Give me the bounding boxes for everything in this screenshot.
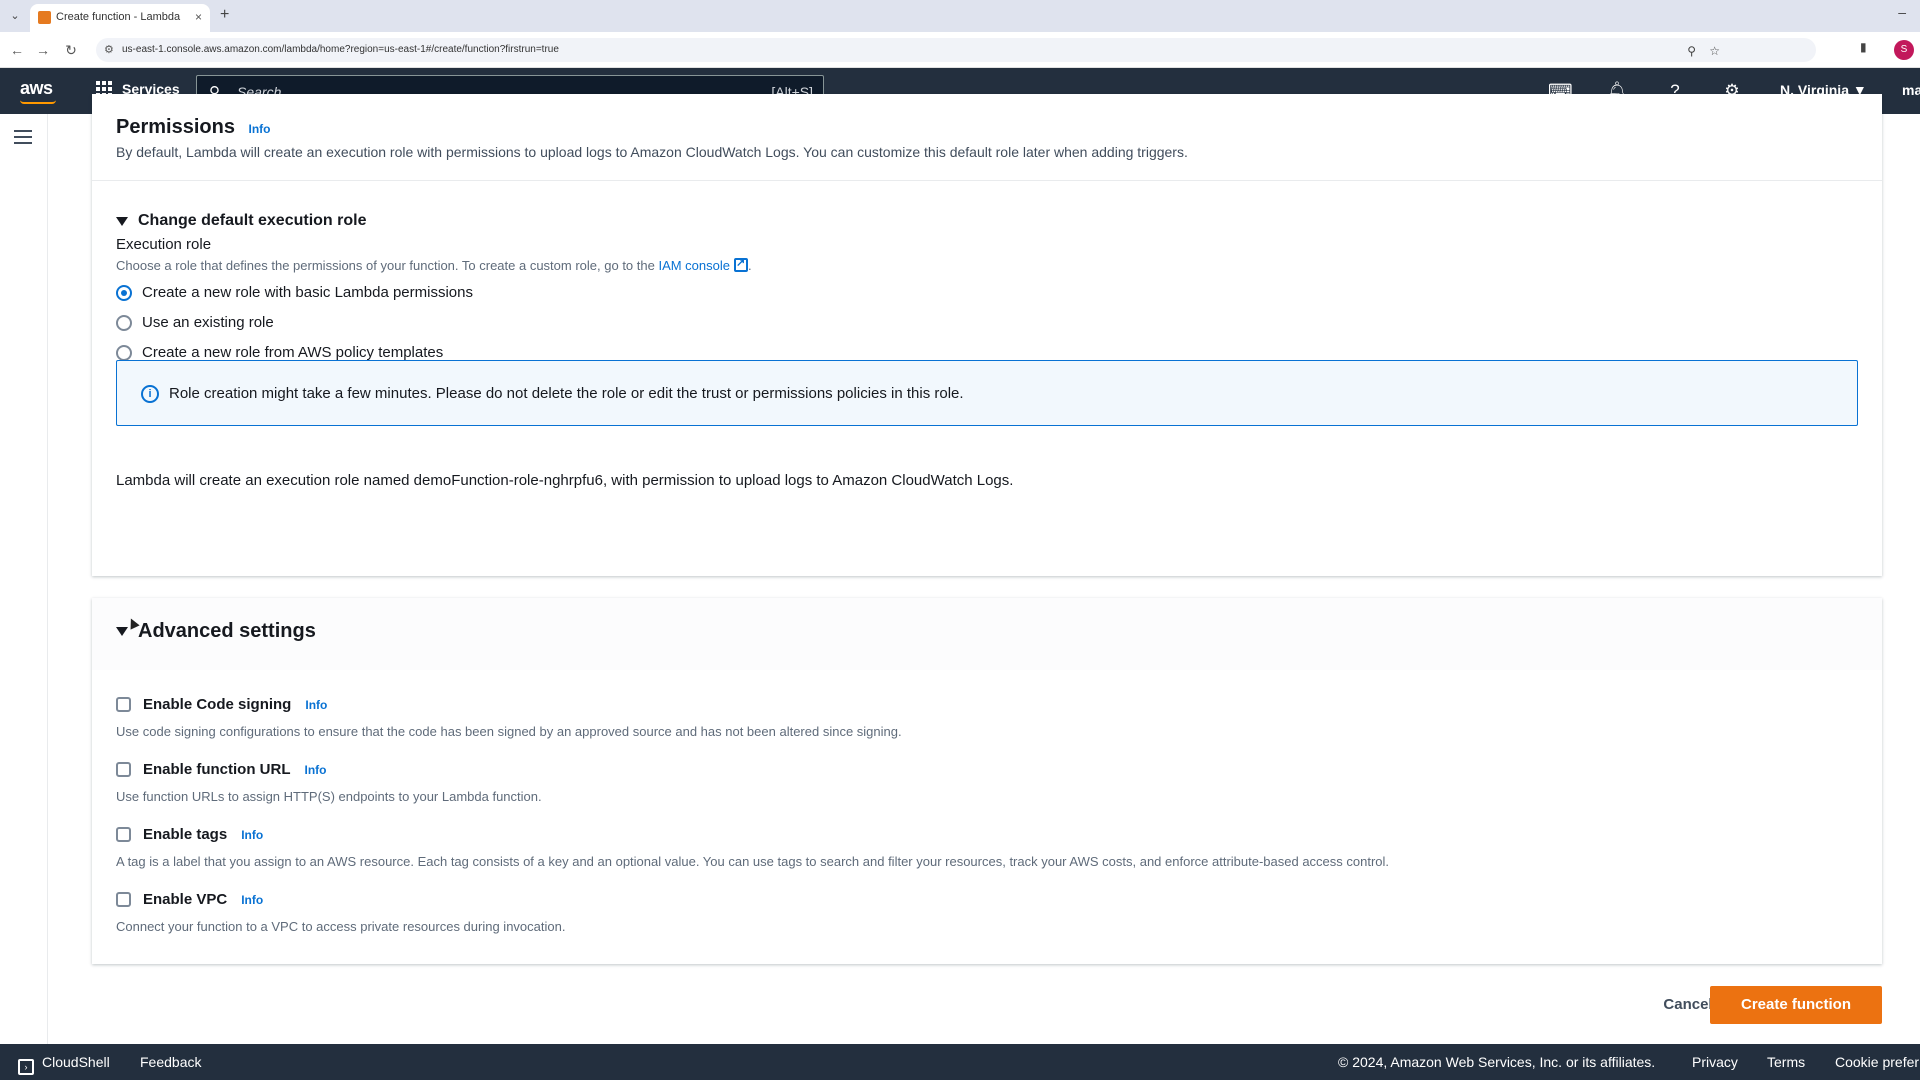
account-menu[interactable]: ma (1902, 82, 1920, 98)
execution-role-desc-suffix: . (748, 258, 752, 273)
new-tab-button[interactable]: + (220, 6, 229, 24)
tab-close-icon[interactable]: × (195, 10, 202, 24)
radio-button[interactable] (116, 344, 132, 361)
cloudshell-link[interactable]: › CloudShell (18, 1054, 110, 1075)
bookmark-star-icon[interactable]: ☆ (1709, 44, 1720, 58)
aws-logo[interactable]: aws (20, 78, 53, 99)
divider (92, 180, 1882, 181)
vpc-info-link[interactable]: Info (241, 893, 263, 907)
zoom-icon[interactable]: ⚲ (1687, 44, 1696, 58)
side-nav-rail (0, 114, 48, 1044)
external-link-icon[interactable] (734, 256, 748, 272)
tags-checkbox[interactable] (116, 827, 131, 842)
menu-icon[interactable] (14, 130, 32, 144)
function-url-info-link[interactable]: Info (305, 763, 327, 777)
advanced-settings-panel: Advanced settings Enable Code signing In… (92, 598, 1882, 964)
radio-existing-role[interactable]: Use an existing role (116, 314, 274, 331)
code-signing-checkbox[interactable] (116, 697, 131, 712)
vpc-option: Enable VPC Info (116, 891, 263, 908)
permissions-title: Permissions (116, 116, 235, 138)
console-footer: › CloudShell Feedback © 2024, Amazon Web … (0, 1044, 1920, 1080)
iam-console-link[interactable]: IAM console (658, 258, 730, 273)
code-signing-info-link[interactable]: Info (305, 698, 327, 712)
code-signing-option: Enable Code signing Info (116, 696, 327, 713)
create-function-button[interactable]: Create function (1710, 986, 1882, 1024)
advanced-settings-expander[interactable]: Advanced settings (116, 620, 316, 643)
aws-logo-smile (20, 100, 56, 104)
terms-link[interactable]: Terms (1767, 1054, 1805, 1070)
checkbox-label: Enable tags (143, 826, 228, 843)
feedback-link[interactable]: Feedback (140, 1054, 201, 1070)
advanced-settings-title: Advanced settings (138, 620, 316, 642)
url-text: us-east-1.console.aws.amazon.com/lambda/… (122, 44, 559, 55)
browser-tab[interactable]: Create function - Lambda × (30, 4, 210, 32)
function-url-option: Enable function URL Info (116, 761, 327, 778)
execution-role-desc-text: Choose a role that defines the permissio… (116, 258, 659, 273)
function-url-description: Use function URLs to assign HTTP(S) endp… (116, 789, 542, 804)
radio-label: Create a new role from AWS policy templa… (142, 344, 444, 361)
copyright-text: © 2024, Amazon Web Services, Inc. or its… (1338, 1054, 1656, 1070)
permissions-info-link[interactable]: Info (249, 122, 271, 136)
caret-down-icon (116, 216, 128, 226)
radio-policy-templates[interactable]: Create a new role from AWS policy templa… (116, 344, 443, 361)
lambda-favicon-icon (38, 11, 51, 24)
profile-avatar[interactable]: S (1894, 40, 1914, 60)
permissions-description: By default, Lambda will create an execut… (116, 144, 1188, 160)
forward-icon[interactable]: → (34, 41, 52, 59)
caret-down-icon (116, 627, 128, 636)
execution-role-description: Choose a role that defines the permissio… (116, 256, 752, 273)
back-icon[interactable]: ← (8, 41, 26, 59)
privacy-link[interactable]: Privacy (1692, 1054, 1738, 1070)
site-info-icon[interactable]: ⚙ (104, 43, 114, 56)
execution-role-label: Execution role (116, 236, 212, 253)
url-field[interactable]: ⚙ us-east-1.console.aws.amazon.com/lambd… (96, 38, 1816, 62)
advanced-settings-header[interactable]: Advanced settings (92, 598, 1882, 670)
radio-label: Create a new role with basic Lambda perm… (142, 284, 473, 301)
checkbox-label: Enable VPC (143, 891, 228, 908)
browser-tabbar: ⌄ Create function - Lambda × + – (0, 0, 1920, 32)
tags-info-link[interactable]: Info (241, 828, 263, 842)
cloudshell-icon: › (18, 1059, 34, 1075)
alert-text: Role creation might take a few minutes. … (169, 385, 964, 402)
checkbox-label: Enable Code signing (143, 696, 292, 713)
radio-button-selected[interactable] (116, 284, 132, 301)
vpc-checkbox[interactable] (116, 892, 131, 907)
main-content: Permissions Info By default, Lambda will… (48, 94, 1920, 1044)
change-role-label: Change default execution role (138, 212, 367, 229)
checkbox-label: Enable function URL (143, 761, 291, 778)
radio-label: Use an existing role (142, 314, 274, 331)
reload-icon[interactable]: ↻ (62, 41, 80, 59)
vpc-description: Connect your function to a VPC to access… (116, 919, 566, 934)
role-summary: Lambda will create an execution role nam… (116, 472, 1014, 489)
tags-option: Enable tags Info (116, 826, 263, 843)
code-signing-description: Use code signing configurations to ensur… (116, 724, 902, 739)
tab-list-icon[interactable]: ⌄ (6, 8, 24, 24)
cookie-preferences-link[interactable]: Cookie prefer (1835, 1054, 1919, 1070)
permissions-header: Permissions Info (116, 116, 271, 139)
change-role-expander[interactable]: Change default execution role (116, 212, 366, 230)
sidepanel-icon[interactable]: ▮ (1860, 40, 1867, 54)
function-url-checkbox[interactable] (116, 762, 131, 777)
info-circle-icon: i (141, 385, 159, 403)
cloudshell-label: CloudShell (42, 1054, 110, 1070)
permissions-panel: Permissions Info By default, Lambda will… (92, 94, 1882, 576)
minimize-button[interactable]: – (1898, 4, 1906, 20)
radio-new-basic-role[interactable]: Create a new role with basic Lambda perm… (116, 284, 473, 301)
radio-button[interactable] (116, 314, 132, 331)
tags-description: A tag is a label that you assign to an A… (116, 854, 1390, 869)
browser-address-bar: ← → ↻ ⚙ us-east-1.console.aws.amazon.com… (0, 32, 1920, 68)
tab-title: Create function - Lambda (56, 11, 181, 23)
info-alert: i Role creation might take a few minutes… (116, 360, 1858, 426)
